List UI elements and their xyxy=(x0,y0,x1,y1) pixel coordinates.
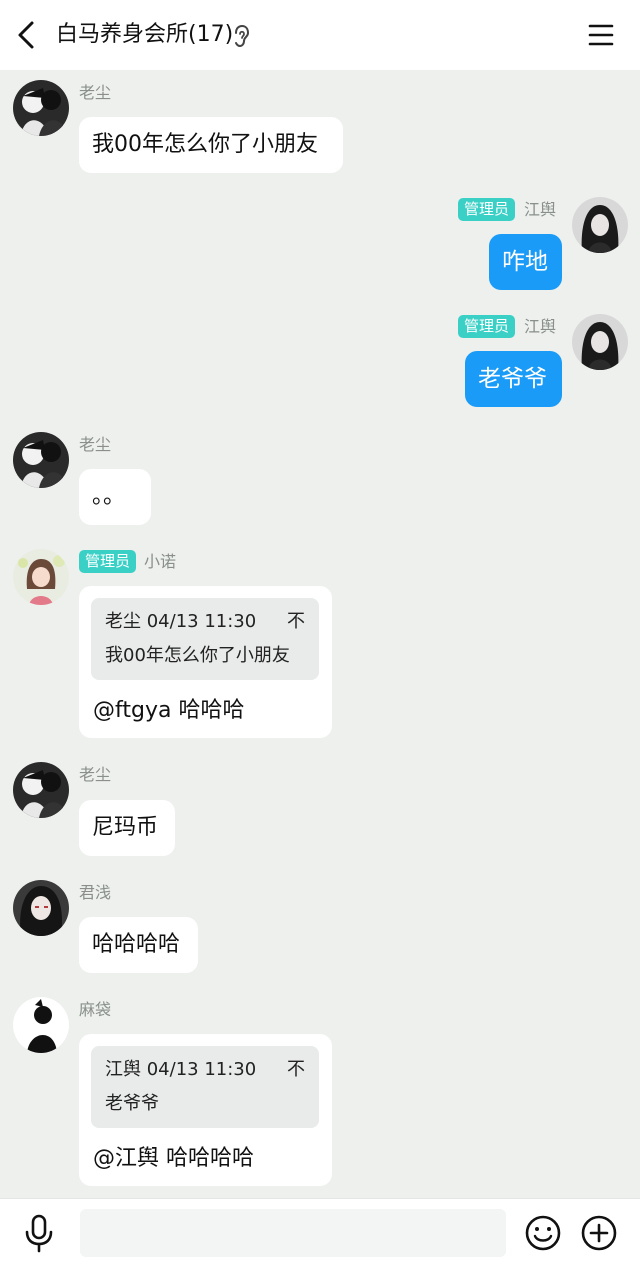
emoji-button[interactable] xyxy=(524,1214,562,1252)
message-text: 老爷爷 xyxy=(478,366,547,392)
message-text: 咋地 xyxy=(502,249,548,275)
quote-header: 江舆 04/13 11:30 xyxy=(105,1059,257,1080)
microphone-icon xyxy=(25,1214,53,1253)
avatar-image xyxy=(13,80,69,136)
admin-badge: 管理员 xyxy=(458,315,516,338)
quoted-message[interactable]: 老尘 04/13 11:30 不 我00年怎么你了小朋友 xyxy=(91,598,319,680)
message-text: 。。 xyxy=(92,484,126,509)
emoji-icon xyxy=(525,1215,561,1251)
avatar[interactable] xyxy=(13,549,69,605)
avatar-image xyxy=(572,197,628,253)
plus-circle-icon xyxy=(581,1215,617,1251)
avatar[interactable] xyxy=(13,80,69,136)
quote-top-icon: 不 xyxy=(287,1059,305,1080)
voice-button[interactable] xyxy=(22,1213,56,1253)
menu-button[interactable] xyxy=(586,20,616,50)
message-bubble[interactable]: 咋地 xyxy=(489,234,562,290)
message-text: @江舆 哈哈哈哈 xyxy=(93,1146,254,1171)
avatar[interactable] xyxy=(572,197,628,253)
quote-header: 老尘 04/13 11:30 xyxy=(105,611,257,632)
quote-text: 我00年怎么你了小朋友 xyxy=(105,645,290,666)
composer-bar xyxy=(0,1198,640,1266)
avatar-image xyxy=(13,997,69,1053)
message-text: @ftgya 哈哈哈 xyxy=(93,698,245,723)
admin-badge: 管理员 xyxy=(458,198,516,221)
sender-name: 老尘 xyxy=(79,765,112,784)
chat-title: 白马养身会所(17) xyxy=(56,22,234,47)
ear-icon xyxy=(232,24,252,48)
sender-name: 老尘 xyxy=(79,83,112,102)
top-bar: 白马养身会所(17) xyxy=(0,0,640,70)
hamburger-menu-icon xyxy=(588,24,614,46)
message-text: 我00年怎么你了小朋友 xyxy=(92,132,318,157)
sender-name: 小诺 xyxy=(144,552,177,571)
avatar[interactable] xyxy=(13,997,69,1053)
quote-text: 老爷爷 xyxy=(105,1093,159,1114)
message-bubble[interactable]: 我00年怎么你了小朋友 xyxy=(79,117,343,173)
avatar-image xyxy=(572,314,628,370)
chevron-left-icon xyxy=(18,21,34,49)
message-bubble[interactable]: 尼玛币 xyxy=(79,800,175,856)
quote-top-icon: 不 xyxy=(287,611,305,632)
avatar[interactable] xyxy=(572,314,628,370)
message-input[interactable] xyxy=(80,1209,506,1257)
avatar[interactable] xyxy=(13,762,69,818)
avatar-image xyxy=(13,432,69,488)
more-button[interactable] xyxy=(580,1214,618,1252)
avatar[interactable] xyxy=(13,880,69,936)
sender-name: 麻袋 xyxy=(79,1000,112,1019)
quoted-message[interactable]: 江舆 04/13 11:30 不 老爷爷 xyxy=(91,1046,319,1128)
message-bubble[interactable]: 哈哈哈哈 xyxy=(79,917,198,973)
message-text: 尼玛币 xyxy=(92,815,159,840)
avatar-image xyxy=(13,549,69,605)
sender-name: 老尘 xyxy=(79,435,112,454)
sender-name: 江舆 xyxy=(524,200,557,219)
back-button[interactable] xyxy=(10,17,44,53)
avatar-image xyxy=(13,880,69,936)
message-bubble[interactable]: 老尘 04/13 11:30 不 我00年怎么你了小朋友 @ftgya 哈哈哈 xyxy=(79,586,332,738)
avatar[interactable] xyxy=(13,432,69,488)
avatar-image xyxy=(13,762,69,818)
message-bubble[interactable]: 江舆 04/13 11:30 不 老爷爷 @江舆 哈哈哈哈 xyxy=(79,1034,332,1186)
message-text: 哈哈哈哈 xyxy=(92,932,181,957)
sender-name: 君浅 xyxy=(79,883,112,902)
message-bubble[interactable]: 老爷爷 xyxy=(465,351,562,407)
message-bubble[interactable]: 。。 xyxy=(79,469,151,525)
sender-name: 江舆 xyxy=(524,317,557,336)
admin-badge: 管理员 xyxy=(79,550,137,573)
